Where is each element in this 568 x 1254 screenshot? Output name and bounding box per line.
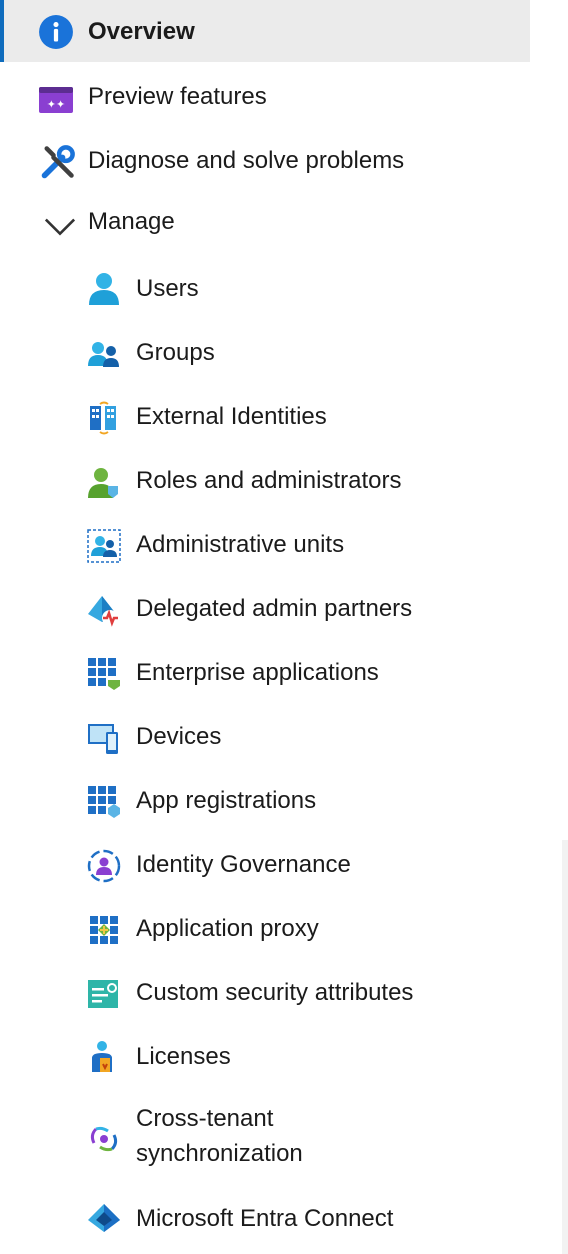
licenses-icon: [86, 1038, 122, 1074]
sidebar-item-identity-governance[interactable]: Identity Governance: [0, 834, 530, 896]
sidebar-item-label: Users: [136, 275, 199, 302]
sidebar-item-label: Custom security attributes: [136, 979, 414, 1006]
enterprise-apps-icon: [86, 656, 122, 692]
sidebar-group-manage[interactable]: Manage: [0, 192, 530, 252]
sidebar-item-label-line2: synchronization: [136, 1140, 303, 1167]
app-registrations-icon: [86, 784, 122, 820]
cross-tenant-icon: [86, 1121, 122, 1157]
sidebar-item-label: Delegated admin partners: [136, 595, 413, 622]
sidebar-item-label: Devices: [136, 723, 222, 750]
delegated-admin-icon: [86, 592, 122, 628]
sidebar-item-label: Manage: [88, 208, 175, 235]
sidebar-item-label: App registrations: [136, 787, 317, 814]
info-icon: [38, 14, 73, 49]
sidebar-item-delegated-admin-partners[interactable]: Delegated admin partners: [0, 578, 530, 640]
sidebar-item-label: Preview features: [88, 83, 267, 110]
sidebar-item-microsoft-entra-connect[interactable]: Microsoft Entra Connect: [0, 1188, 530, 1250]
wrench-icon: [40, 144, 75, 179]
sidebar-item-application-proxy[interactable]: Application proxy: [0, 898, 530, 960]
sidebar-item-label: Application proxy: [136, 915, 319, 942]
preview-icon: ✦✦: [38, 82, 74, 113]
sidebar-item-label: External Identities: [136, 403, 327, 430]
identity-governance-icon: [86, 848, 122, 884]
sidebar-item-label: Enterprise applications: [136, 659, 379, 686]
external-identities-icon: [86, 400, 122, 436]
sidebar-item-enterprise-applications[interactable]: Enterprise applications: [0, 642, 530, 704]
sidebar-item-app-registrations[interactable]: App registrations: [0, 770, 530, 832]
sidebar-item-label: Licenses: [136, 1043, 231, 1070]
sidebar-item-overview[interactable]: Overview: [0, 0, 530, 62]
sidebar-item-preview-features[interactable]: ✦✦ Preview features: [0, 66, 530, 128]
sidebar-item-groups[interactable]: Groups: [0, 322, 530, 384]
sidebar-item-label: Groups: [136, 339, 215, 366]
devices-icon: [86, 720, 122, 756]
sidebar-item-administrative-units[interactable]: Administrative units: [0, 514, 530, 576]
groups-icon: [86, 336, 122, 372]
sidebar-item-label-line1: Cross-tenant: [136, 1105, 274, 1132]
sidebar-item-label: Microsoft Entra Connect: [136, 1205, 394, 1232]
sidebar-item-label: Overview: [88, 18, 195, 45]
sidebar-item-custom-security-attributes[interactable]: Custom security attributes: [0, 962, 530, 1024]
sidebar-item-diagnose[interactable]: Diagnose and solve problems: [0, 130, 530, 192]
sidebar-item-devices[interactable]: Devices: [0, 706, 530, 768]
sidebar-item-cross-tenant-synchronization[interactable]: Cross-tenant synchronization: [0, 1090, 530, 1186]
scroll-edge: [562, 840, 568, 1254]
sidebar-item-roles[interactable]: Roles and administrators: [0, 450, 530, 512]
chevron-down-icon[interactable]: [42, 208, 76, 236]
sidebar-item-label: Identity Governance: [136, 851, 351, 878]
sidebar-item-users[interactable]: Users: [0, 258, 530, 320]
roles-icon: [86, 464, 122, 500]
sidebar-item-external-identities[interactable]: External Identities: [0, 386, 530, 448]
sidebar-item-label: Diagnose and solve problems: [88, 147, 405, 174]
entra-connect-icon: [86, 1200, 122, 1236]
selected-indicator: [0, 0, 4, 62]
admin-units-icon: [86, 528, 122, 564]
application-proxy-icon: [86, 912, 122, 948]
sidebar-item-label: Administrative units: [136, 531, 345, 558]
svg-text:✦✦: ✦✦: [47, 98, 65, 111]
sidebar-item-label: Roles and administrators: [136, 467, 402, 494]
sidebar-nav: Overview ✦✦ Preview features Diagnose an…: [0, 0, 530, 1254]
custom-security-icon: [86, 976, 122, 1012]
user-icon: [86, 270, 122, 306]
sidebar-item-licenses[interactable]: Licenses: [0, 1026, 530, 1088]
